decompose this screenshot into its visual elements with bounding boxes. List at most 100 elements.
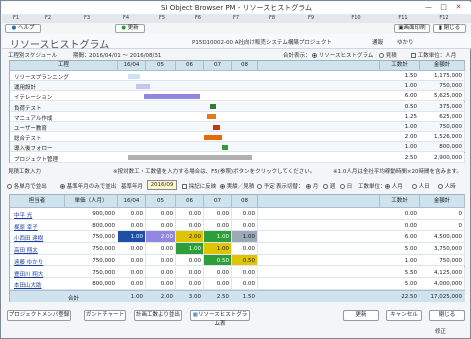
opt-person-day[interactable]: 人日 [412,182,430,190]
gantt-bar [222,144,228,150]
gantt-button[interactable]: ガントチャート [84,310,126,321]
opt-plan[interactable]: 見積 [379,51,397,59]
member-link[interactable]: 本田山大助 [14,281,42,289]
close-icon[interactable]: ✕ [452,2,465,13]
radio-icon [412,184,417,189]
month-cell[interactable]: 0.00 [176,254,204,267]
plan-effort-button[interactable]: 計画工数より並出 [134,310,182,321]
note-2: ※1.0人月は全社平均稼動時間×20時間を含みます。 [333,169,462,175]
month-cell[interactable]: 1.00 [176,243,204,255]
member-link[interactable]: 小西田 達樹 [14,234,43,242]
month-cell[interactable]: 0.00 [146,243,176,255]
total-display-label: 合計表示： [283,53,311,59]
close-footer-button[interactable]: 閉じる [429,310,465,321]
fkey-f2: F2 [44,15,52,21]
opt-histogram[interactable]: リソースヒストグラム [312,51,373,59]
fkey-f7: F7 [232,15,240,21]
process-amount: 625,000 [439,113,462,120]
member-link[interactable]: 中平 光 [14,211,32,219]
col-m2: 05 [146,61,176,71]
opt-schedule[interactable]: 予定 [257,182,275,190]
help-button[interactable]: ● ヘルプ [5,24,41,33]
opt-day[interactable]: 日 [340,182,352,190]
opt-base-month[interactable]: 基準年月のみで並出 [60,182,116,190]
month-value: 0.00 [160,211,173,217]
month-cell[interactable]: 1.00 [204,231,232,244]
process-effort: 1.00 [404,83,417,90]
process-amount: 1,175,000 [434,73,462,79]
month-cell[interactable]: 2.00 [146,231,176,244]
member-link[interactable]: 豊田川 翔大 [14,270,43,278]
month-cell[interactable]: 0.50 [204,254,232,267]
month-cell[interactable]: 2.00 [176,231,204,244]
member-link[interactable]: 梶原 幸子 [14,223,38,231]
gantt-bar [144,93,200,99]
month-cell[interactable]: 0.00 [176,219,204,232]
gantt-bar [213,124,220,130]
opt-each-month[interactable]: 各単月で並出 [7,182,47,190]
month-value: 0.00 [216,211,229,217]
opt-effort-unit[interactable]: 工数単位：人月 [411,51,456,59]
month-cell[interactable]: 0.00 [204,266,232,279]
month-cell[interactable]: 0.00 [232,243,258,255]
month-cell[interactable]: 0.00 [118,254,146,267]
member-effort: 0.00 [404,211,417,217]
col-m4: 07 [204,195,232,208]
month-cell[interactable]: 0.00 [176,266,204,279]
month-cell[interactable]: 0.00 [176,208,204,220]
month-cell[interactable]: 0.00 [118,208,146,220]
process-name: 負荷テスト [14,105,42,112]
month-value: 0.00 [242,246,255,253]
col-m2: 05 [146,195,176,208]
month-cell[interactable]: 0.00 [146,278,176,290]
opt-reflect[interactable]: 採記に反映 [182,182,216,190]
month-cell[interactable]: 0.00 [146,208,176,220]
month-cell[interactable]: 0.00 [232,278,258,290]
cancel-button[interactable]: キャンセル [386,310,422,321]
refresh-footer-button[interactable]: 更新 [343,310,379,321]
member-effort: 0.00 [404,222,417,229]
month-cell[interactable]: 0.00 [204,208,232,220]
month-cell[interactable]: 0.00 [118,266,146,279]
refresh-button[interactable]: ● 更新 [115,24,145,33]
opt-actual[interactable]: 実績／見積 [220,182,254,190]
member-rate: 800,000 [92,222,115,229]
histogram-table-button[interactable]: ▦リソースヒストグラム表 [190,310,250,327]
month-cell[interactable]: 0.00 [176,278,204,290]
opt-week[interactable]: 週 [323,182,335,190]
fkey-f6: F6 [194,15,202,21]
month-cell[interactable]: 1.00 [232,231,258,244]
month-cell[interactable]: 0.00 [204,278,232,290]
member-effort: 5.00 [404,281,417,288]
member-link[interactable]: 遠藤 ゆかり [14,258,43,266]
month-cell[interactable]: 0.00 [232,219,258,232]
month-cell[interactable]: 0.00 [232,208,258,220]
month-cell[interactable]: 0.00 [118,278,146,290]
month-cell[interactable]: 0.00 [204,219,232,232]
month-cell[interactable]: 0.00 [146,266,176,279]
opt-month[interactable]: 月 [306,182,318,190]
opt-person-hour[interactable]: 人時 [438,182,456,190]
month-value: 0.00 [188,211,201,217]
base-month-input[interactable]: 2016/09 [147,180,177,190]
month-cell[interactable]: 1.00 [204,243,232,255]
maximize-icon[interactable]: □ [437,2,450,13]
month-cell[interactable]: 0.50 [232,254,258,267]
member-rate: 800,000 [92,281,115,288]
minimize-icon[interactable]: — [422,2,435,13]
month-cell[interactable]: 0.00 [146,219,176,232]
close-button[interactable]: ▮ 閉じる [433,24,466,33]
help-icon: ● [11,25,17,31]
screen-print-button[interactable]: ▣画面印刷 [394,24,430,33]
month-cell[interactable]: 0.00 [118,243,146,255]
month-value: 2.00 [160,234,173,241]
member-link[interactable]: 高田 翔太 [14,246,38,254]
month-cell[interactable]: 0.00 [232,266,258,279]
col-m1: 16/04 [118,61,146,71]
opt-person-month[interactable]: 人月 [385,182,403,190]
month-cell[interactable]: 0.00 [118,219,146,232]
total-amount: 17,025,000 [430,294,463,300]
month-cell[interactable]: 0.00 [146,254,176,267]
month-cell[interactable]: 1.00 [118,231,146,244]
member-register-button[interactable]: プロジェクトメンバ登録 [7,310,71,321]
